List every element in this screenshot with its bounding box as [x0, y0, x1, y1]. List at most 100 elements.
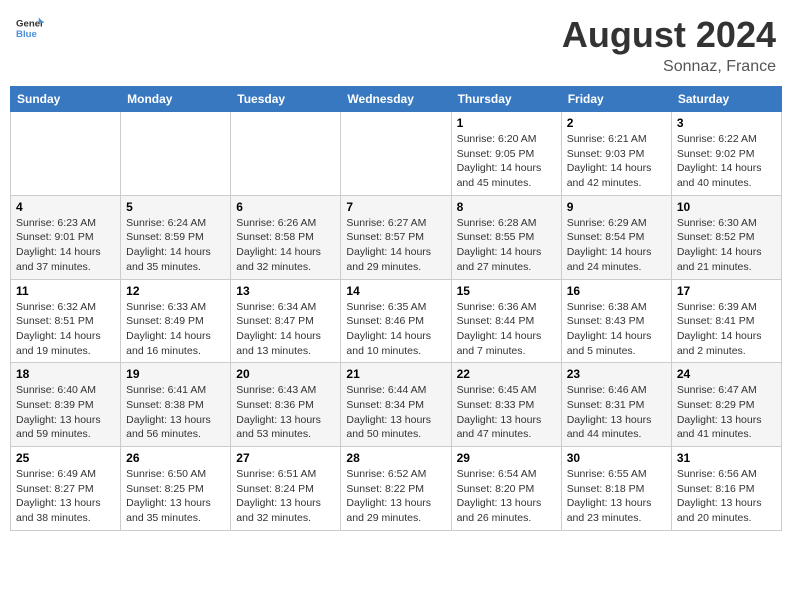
calendar-cell: 4 Sunrise: 6:23 AM Sunset: 9:01 PM Daylig… — [11, 195, 121, 279]
calendar-cell: 21 Sunrise: 6:44 AM Sunset: 8:34 PM Dayli… — [341, 363, 451, 447]
day-number: 4 — [16, 200, 115, 214]
calendar-cell: 5Sunrise: 6:24 AM Sunset: 8:59 PM Daylig… — [121, 195, 231, 279]
day-info: Sunrise: 6:40 AM Sunset: 8:39 PM Dayligh… — [16, 383, 115, 442]
calendar-cell: 26 Sunrise: 6:50 AM Sunset: 8:25 PM Dayli… — [121, 447, 231, 531]
day-info: Sunrise: 6:43 AM Sunset: 8:36 PM Dayligh… — [236, 383, 335, 442]
weekday-header-monday: Monday — [121, 87, 231, 112]
day-info: Sunrise: 6:50 AM Sunset: 8:25 PM Dayligh… — [126, 467, 225, 526]
day-info: Sunrise: 6:23 AM Sunset: 9:01 PM Dayligh… — [16, 216, 115, 275]
calendar-cell: 12 Sunrise: 6:33 AM Sunset: 8:49 PM Dayli… — [121, 279, 231, 363]
day-info: Sunrise: 6:38 AM Sunset: 8:43 PM Dayligh… — [567, 300, 666, 359]
day-number: 12 — [126, 284, 225, 298]
day-info: Sunrise: 6:24 AM Sunset: 8:59 PM Dayligh… — [126, 216, 225, 275]
day-number: 7 — [346, 200, 445, 214]
calendar-table: SundayMondayTuesdayWednesdayThursdayFrid… — [10, 86, 782, 531]
calendar-cell: 7 Sunrise: 6:27 AM Sunset: 8:57 PM Daylig… — [341, 195, 451, 279]
day-number: 27 — [236, 451, 335, 465]
calendar-cell: 23Sunrise: 6:46 AM Sunset: 8:31 PM Dayli… — [561, 363, 671, 447]
calendar-cell: 3 Sunrise: 6:22 AM Sunset: 9:02 PM Daylig… — [671, 112, 781, 196]
day-number: 30 — [567, 451, 666, 465]
logo-icon: General Blue — [16, 14, 44, 42]
day-number: 10 — [677, 200, 776, 214]
day-number: 25 — [16, 451, 115, 465]
day-info: Sunrise: 6:21 AM Sunset: 9:03 PM Dayligh… — [567, 132, 666, 191]
calendar-cell: 2 Sunrise: 6:21 AM Sunset: 9:03 PM Daylig… — [561, 112, 671, 196]
title-block: August 2024 Sonnaz, France — [562, 14, 776, 76]
day-info: Sunrise: 6:32 AM Sunset: 8:51 PM Dayligh… — [16, 300, 115, 359]
month-year-title: August 2024 — [562, 14, 776, 56]
day-info: Sunrise: 6:45 AM Sunset: 8:33 PM Dayligh… — [457, 383, 556, 442]
day-number: 2 — [567, 116, 666, 130]
day-number: 21 — [346, 367, 445, 381]
weekday-header-wednesday: Wednesday — [341, 87, 451, 112]
calendar-cell: 14Sunrise: 6:35 AM Sunset: 8:46 PM Dayli… — [341, 279, 451, 363]
calendar-cell: 28 Sunrise: 6:52 AM Sunset: 8:22 PM Dayli… — [341, 447, 451, 531]
day-info: Sunrise: 6:22 AM Sunset: 9:02 PM Dayligh… — [677, 132, 776, 191]
calendar-week-2: 4 Sunrise: 6:23 AM Sunset: 9:01 PM Daylig… — [11, 195, 782, 279]
day-number: 13 — [236, 284, 335, 298]
calendar-cell — [231, 112, 341, 196]
location-subtitle: Sonnaz, France — [562, 58, 776, 76]
logo: General Blue — [16, 14, 44, 42]
calendar-cell: 24Sunrise: 6:47 AM Sunset: 8:29 PM Dayli… — [671, 363, 781, 447]
day-number: 26 — [126, 451, 225, 465]
calendar-cell: 18 Sunrise: 6:40 AM Sunset: 8:39 PM Dayli… — [11, 363, 121, 447]
day-number: 9 — [567, 200, 666, 214]
day-info: Sunrise: 6:49 AM Sunset: 8:27 PM Dayligh… — [16, 467, 115, 526]
day-number: 31 — [677, 451, 776, 465]
day-info: Sunrise: 6:29 AM Sunset: 8:54 PM Dayligh… — [567, 216, 666, 275]
day-info: Sunrise: 6:54 AM Sunset: 8:20 PM Dayligh… — [457, 467, 556, 526]
day-number: 6 — [236, 200, 335, 214]
weekday-header-thursday: Thursday — [451, 87, 561, 112]
calendar-cell: 11 Sunrise: 6:32 AM Sunset: 8:51 PM Dayli… — [11, 279, 121, 363]
day-info: Sunrise: 6:20 AM Sunset: 9:05 PM Dayligh… — [457, 132, 556, 191]
day-number: 22 — [457, 367, 556, 381]
calendar-cell: 29 Sunrise: 6:54 AM Sunset: 8:20 PM Dayli… — [451, 447, 561, 531]
calendar-cell: 30 Sunrise: 6:55 AM Sunset: 8:18 PM Dayli… — [561, 447, 671, 531]
calendar-cell: 15Sunrise: 6:36 AM Sunset: 8:44 PM Dayli… — [451, 279, 561, 363]
calendar-cell — [341, 112, 451, 196]
day-info: Sunrise: 6:47 AM Sunset: 8:29 PM Dayligh… — [677, 383, 776, 442]
calendar-cell: 13Sunrise: 6:34 AM Sunset: 8:47 PM Dayli… — [231, 279, 341, 363]
calendar-cell: 31 Sunrise: 6:56 AM Sunset: 8:16 PM Dayli… — [671, 447, 781, 531]
day-info: Sunrise: 6:30 AM Sunset: 8:52 PM Dayligh… — [677, 216, 776, 275]
calendar-week-3: 11 Sunrise: 6:32 AM Sunset: 8:51 PM Dayli… — [11, 279, 782, 363]
day-info: Sunrise: 6:28 AM Sunset: 8:55 PM Dayligh… — [457, 216, 556, 275]
calendar-cell: 19 Sunrise: 6:41 AM Sunset: 8:38 PM Dayli… — [121, 363, 231, 447]
day-number: 18 — [16, 367, 115, 381]
weekday-header-friday: Friday — [561, 87, 671, 112]
day-number: 11 — [16, 284, 115, 298]
weekday-header-tuesday: Tuesday — [231, 87, 341, 112]
day-number: 3 — [677, 116, 776, 130]
day-info: Sunrise: 6:27 AM Sunset: 8:57 PM Dayligh… — [346, 216, 445, 275]
day-info: Sunrise: 6:44 AM Sunset: 8:34 PM Dayligh… — [346, 383, 445, 442]
day-info: Sunrise: 6:52 AM Sunset: 8:22 PM Dayligh… — [346, 467, 445, 526]
day-number: 20 — [236, 367, 335, 381]
calendar-cell: 20 Sunrise: 6:43 AM Sunset: 8:36 PM Dayli… — [231, 363, 341, 447]
day-number: 23 — [567, 367, 666, 381]
day-number: 28 — [346, 451, 445, 465]
day-info: Sunrise: 6:41 AM Sunset: 8:38 PM Dayligh… — [126, 383, 225, 442]
day-info: Sunrise: 6:56 AM Sunset: 8:16 PM Dayligh… — [677, 467, 776, 526]
calendar-cell: 9 Sunrise: 6:29 AM Sunset: 8:54 PM Daylig… — [561, 195, 671, 279]
day-info: Sunrise: 6:36 AM Sunset: 8:44 PM Dayligh… — [457, 300, 556, 359]
calendar-cell: 16Sunrise: 6:38 AM Sunset: 8:43 PM Dayli… — [561, 279, 671, 363]
svg-text:Blue: Blue — [16, 29, 37, 40]
calendar-week-4: 18 Sunrise: 6:40 AM Sunset: 8:39 PM Dayli… — [11, 363, 782, 447]
calendar-week-5: 25 Sunrise: 6:49 AM Sunset: 8:27 PM Dayli… — [11, 447, 782, 531]
calendar-cell — [11, 112, 121, 196]
day-info: Sunrise: 6:33 AM Sunset: 8:49 PM Dayligh… — [126, 300, 225, 359]
day-number: 19 — [126, 367, 225, 381]
page-header: General Blue August 2024 Sonnaz, France — [10, 10, 782, 80]
day-info: Sunrise: 6:39 AM Sunset: 8:41 PM Dayligh… — [677, 300, 776, 359]
day-info: Sunrise: 6:51 AM Sunset: 8:24 PM Dayligh… — [236, 467, 335, 526]
calendar-cell: 8 Sunrise: 6:28 AM Sunset: 8:55 PM Daylig… — [451, 195, 561, 279]
day-info: Sunrise: 6:55 AM Sunset: 8:18 PM Dayligh… — [567, 467, 666, 526]
day-number: 29 — [457, 451, 556, 465]
day-info: Sunrise: 6:26 AM Sunset: 8:58 PM Dayligh… — [236, 216, 335, 275]
calendar-cell: 22 Sunrise: 6:45 AM Sunset: 8:33 PM Dayli… — [451, 363, 561, 447]
calendar-cell — [121, 112, 231, 196]
weekday-header-sunday: Sunday — [11, 87, 121, 112]
day-number: 8 — [457, 200, 556, 214]
calendar-cell: 1Sunrise: 6:20 AM Sunset: 9:05 PM Daylig… — [451, 112, 561, 196]
